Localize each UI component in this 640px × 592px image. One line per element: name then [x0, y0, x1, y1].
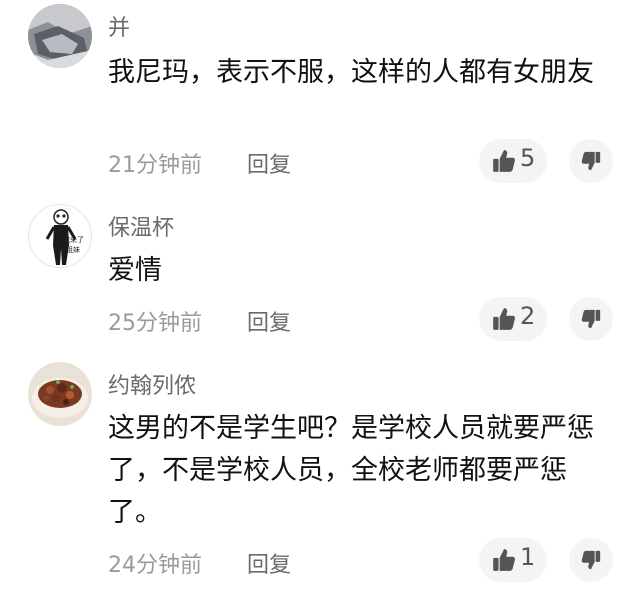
like-button[interactable]: 2 [479, 297, 547, 341]
avatar[interactable]: 我来了 姐妹 [28, 204, 92, 268]
thumbs-up-icon [493, 150, 515, 172]
comment-item: 约翰列侬 这男的不是学生吧？是学校人员就要严惩了，不是学校人员，全校老师都要严惩… [0, 347, 640, 592]
username[interactable]: 保温杯 [108, 210, 174, 242]
avatar-caption-line: 我来了 [63, 236, 84, 244]
like-count: 2 [520, 302, 536, 330]
comment-time: 25分钟前 [108, 311, 202, 336]
avatar[interactable] [28, 362, 92, 426]
grey-photo-avatar-icon [28, 4, 92, 68]
avatar-caption: 我来了 姐妹 [63, 235, 84, 255]
dislike-button[interactable] [569, 139, 613, 183]
like-count: 5 [520, 144, 536, 172]
reply-button[interactable]: 回复 [247, 305, 291, 337]
avatar[interactable] [28, 4, 92, 68]
comment-item: 我来了 姐妹 保温杯 爱情 25分钟前 回复 2 [0, 192, 640, 347]
like-count: 1 [520, 543, 536, 571]
thumbs-up-icon [493, 308, 515, 330]
username[interactable]: 并 [108, 10, 130, 42]
thumbs-down-icon [581, 309, 601, 329]
food-photo-avatar-icon [28, 362, 92, 426]
username[interactable]: 约翰列侬 [108, 368, 196, 400]
comment-text: 我尼玛，表示不服，这样的人都有女朋友 [108, 57, 594, 88]
comment-time: 21分钟前 [108, 153, 202, 178]
comment-text: 这男的不是学生吧？是学校人员就要严惩了，不是学校人员，全校老师都要严惩了。 [108, 413, 594, 528]
thumbs-up-icon [493, 549, 515, 571]
avatar-caption-line: 姐妹 [66, 246, 80, 254]
thumbs-down-icon [581, 151, 601, 171]
thumbs-down-icon [581, 550, 601, 570]
dislike-button[interactable] [569, 297, 613, 341]
comment-time: 24分钟前 [108, 553, 202, 578]
reply-button[interactable]: 回复 [247, 547, 291, 579]
reply-button[interactable]: 回复 [247, 147, 291, 179]
like-button[interactable]: 1 [479, 538, 547, 582]
comment-text: 爱情 [108, 255, 162, 286]
like-button[interactable]: 5 [479, 139, 547, 183]
comment-item: 并 我尼玛，表示不服，这样的人都有女朋友 21分钟前 回复 5 [0, 0, 640, 192]
dislike-button[interactable] [569, 538, 613, 582]
